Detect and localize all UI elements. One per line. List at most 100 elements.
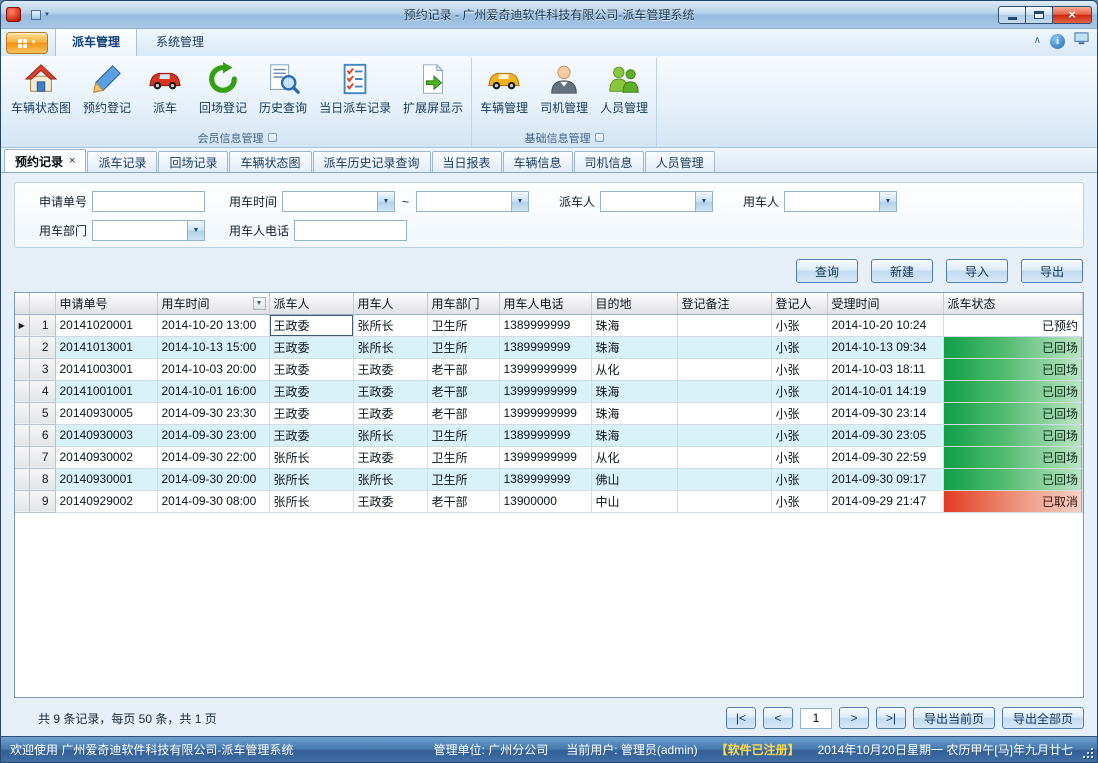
- row-number[interactable]: 9: [29, 490, 55, 512]
- cell-registrar[interactable]: 小张: [771, 468, 827, 490]
- cell-dept[interactable]: 卫生所: [427, 468, 499, 490]
- use-time-to-combo[interactable]: ▼: [416, 191, 529, 212]
- import-button[interactable]: 导入: [946, 259, 1008, 283]
- first-page-button[interactable]: |<: [726, 707, 756, 729]
- cell-dispatch-status[interactable]: 已取消: [943, 490, 1083, 512]
- cell-apply-no[interactable]: 20141020001: [55, 314, 157, 336]
- cell-car-user[interactable]: 王政委: [353, 380, 427, 402]
- cell-apply-no[interactable]: 20140929002: [55, 490, 157, 512]
- cell-apply-no[interactable]: 20140930001: [55, 468, 157, 490]
- car-user-combo[interactable]: ▼: [784, 191, 897, 212]
- table-row[interactable]: 7201409300022014-09-30 22:00张所长王政委卫生所139…: [15, 446, 1083, 468]
- cell-use-time[interactable]: 2014-09-30 22:00: [157, 446, 269, 468]
- header-car-user[interactable]: 用车人: [353, 293, 427, 314]
- cell-registrar[interactable]: 小张: [771, 446, 827, 468]
- chevron-down-icon[interactable]: ▼: [879, 192, 896, 211]
- cell-phone[interactable]: 13999999999: [499, 446, 591, 468]
- cell-dept[interactable]: 卫生所: [427, 314, 499, 336]
- chevron-down-icon[interactable]: ▼: [187, 221, 204, 240]
- row-indicator[interactable]: [15, 446, 29, 468]
- cell-registrar[interactable]: 小张: [771, 424, 827, 446]
- new-button[interactable]: 新建: [871, 259, 933, 283]
- cell-dept[interactable]: 老干部: [427, 380, 499, 402]
- cell-accept-time[interactable]: 2014-09-30 09:17: [827, 468, 943, 490]
- close-button[interactable]: ×: [1052, 6, 1092, 24]
- row-number[interactable]: 6: [29, 424, 55, 446]
- cell-registrar[interactable]: 小张: [771, 336, 827, 358]
- phone-input[interactable]: [294, 220, 407, 241]
- doc-tab-vehicle-status-chart[interactable]: 车辆状态图: [229, 151, 311, 172]
- header-use-time[interactable]: 用车时间 ▼: [157, 293, 269, 314]
- header-dispatch-status[interactable]: 派车状态: [943, 293, 1083, 314]
- cell-phone[interactable]: 13999999999: [499, 402, 591, 424]
- dialog-launcher-icon[interactable]: [595, 133, 604, 142]
- row-indicator[interactable]: [15, 490, 29, 512]
- row-indicator-arrow-icon[interactable]: ▶: [15, 314, 29, 336]
- cell-phone[interactable]: 1389999999: [499, 468, 591, 490]
- cell-car-user[interactable]: 张所长: [353, 336, 427, 358]
- dispatcher-combo[interactable]: ▼: [600, 191, 713, 212]
- cell-dispatcher[interactable]: 王政委: [269, 424, 353, 446]
- software-registered-link[interactable]: 【软件已注册】: [716, 741, 800, 758]
- table-row[interactable]: 3201410030012014-10-03 20:00王政委王政委老干部139…: [15, 358, 1083, 380]
- title-bar[interactable]: ▼ 预约记录 - 广州爱奇迪软件科技有限公司-派车管理系统 ×: [1, 1, 1097, 29]
- page-number-input[interactable]: [800, 708, 832, 729]
- header-registrar[interactable]: 登记人: [771, 293, 827, 314]
- personnel-management-button[interactable]: 人员管理: [594, 59, 654, 130]
- cell-car-user[interactable]: 王政委: [353, 446, 427, 468]
- row-indicator[interactable]: [15, 402, 29, 424]
- cell-use-time[interactable]: 2014-09-30 23:00: [157, 424, 269, 446]
- resize-grip[interactable]: [1081, 746, 1094, 759]
- header-accept-time[interactable]: 受理时间: [827, 293, 943, 314]
- cell-remark[interactable]: [677, 424, 771, 446]
- cell-remark[interactable]: [677, 358, 771, 380]
- cell-dispatcher[interactable]: 王政委: [269, 314, 353, 336]
- cell-dispatcher[interactable]: 张所长: [269, 490, 353, 512]
- vehicle-management-button[interactable]: 车辆管理: [474, 59, 534, 130]
- cell-apply-no[interactable]: 20140930003: [55, 424, 157, 446]
- row-number[interactable]: 7: [29, 446, 55, 468]
- ribbon-tab-dispatch-management[interactable]: 派车管理: [55, 27, 137, 57]
- cell-remark[interactable]: [677, 490, 771, 512]
- cell-dept[interactable]: 老干部: [427, 402, 499, 424]
- cell-registrar[interactable]: 小张: [771, 314, 827, 336]
- row-indicator[interactable]: [15, 358, 29, 380]
- cell-use-time[interactable]: 2014-10-01 16:00: [157, 380, 269, 402]
- cell-dept[interactable]: 卫生所: [427, 424, 499, 446]
- cell-dept[interactable]: 老干部: [427, 490, 499, 512]
- cell-accept-time[interactable]: 2014-10-13 09:34: [827, 336, 943, 358]
- cell-dispatch-status[interactable]: 已回场: [943, 424, 1083, 446]
- cell-dispatcher[interactable]: 王政委: [269, 358, 353, 380]
- doc-tab-driver-info[interactable]: 司机信息: [574, 151, 644, 172]
- cell-car-user[interactable]: 王政委: [353, 490, 427, 512]
- cell-dispatcher[interactable]: 王政委: [269, 402, 353, 424]
- row-indicator[interactable]: [15, 336, 29, 358]
- chevron-down-icon[interactable]: ▼: [511, 192, 528, 211]
- return-register-button[interactable]: 回场登记: [193, 59, 253, 130]
- vehicle-status-chart-button[interactable]: 车辆状态图: [5, 59, 77, 130]
- row-indicator[interactable]: [15, 468, 29, 490]
- ribbon-tab-system-management[interactable]: 系统管理: [140, 28, 220, 56]
- cell-registrar[interactable]: 小张: [771, 490, 827, 512]
- doc-tab-return-records[interactable]: 回场记录: [158, 151, 228, 172]
- doc-tab-dispatch-records[interactable]: 派车记录: [87, 151, 157, 172]
- doc-tab-vehicle-info[interactable]: 车辆信息: [503, 151, 573, 172]
- cell-apply-no[interactable]: 20140930002: [55, 446, 157, 468]
- cell-destination[interactable]: 珠海: [591, 336, 677, 358]
- minimize-button[interactable]: [998, 6, 1026, 24]
- extended-screen-button[interactable]: 扩展屏显示: [397, 59, 469, 130]
- ribbon-collapse-button[interactable]: ∧: [1034, 36, 1041, 46]
- cell-apply-no[interactable]: 20141003001: [55, 358, 157, 380]
- chevron-down-icon[interactable]: ▼: [695, 192, 712, 211]
- table-row[interactable]: 5201409300052014-09-30 23:30王政委王政委老干部139…: [15, 402, 1083, 424]
- cell-registrar[interactable]: 小张: [771, 380, 827, 402]
- history-query-button[interactable]: 历史查询: [253, 59, 313, 130]
- cell-dispatch-status[interactable]: 已回场: [943, 446, 1083, 468]
- cell-registrar[interactable]: 小张: [771, 358, 827, 380]
- quick-access-toolbar-button[interactable]: ▼: [28, 8, 53, 22]
- row-number[interactable]: 3: [29, 358, 55, 380]
- doc-tab-personnel-management[interactable]: 人员管理: [645, 151, 715, 172]
- cell-remark[interactable]: [677, 336, 771, 358]
- table-row[interactable]: ▶1201410200012014-10-20 13:00王政委张所长卫生所13…: [15, 314, 1083, 336]
- row-indicator[interactable]: [15, 380, 29, 402]
